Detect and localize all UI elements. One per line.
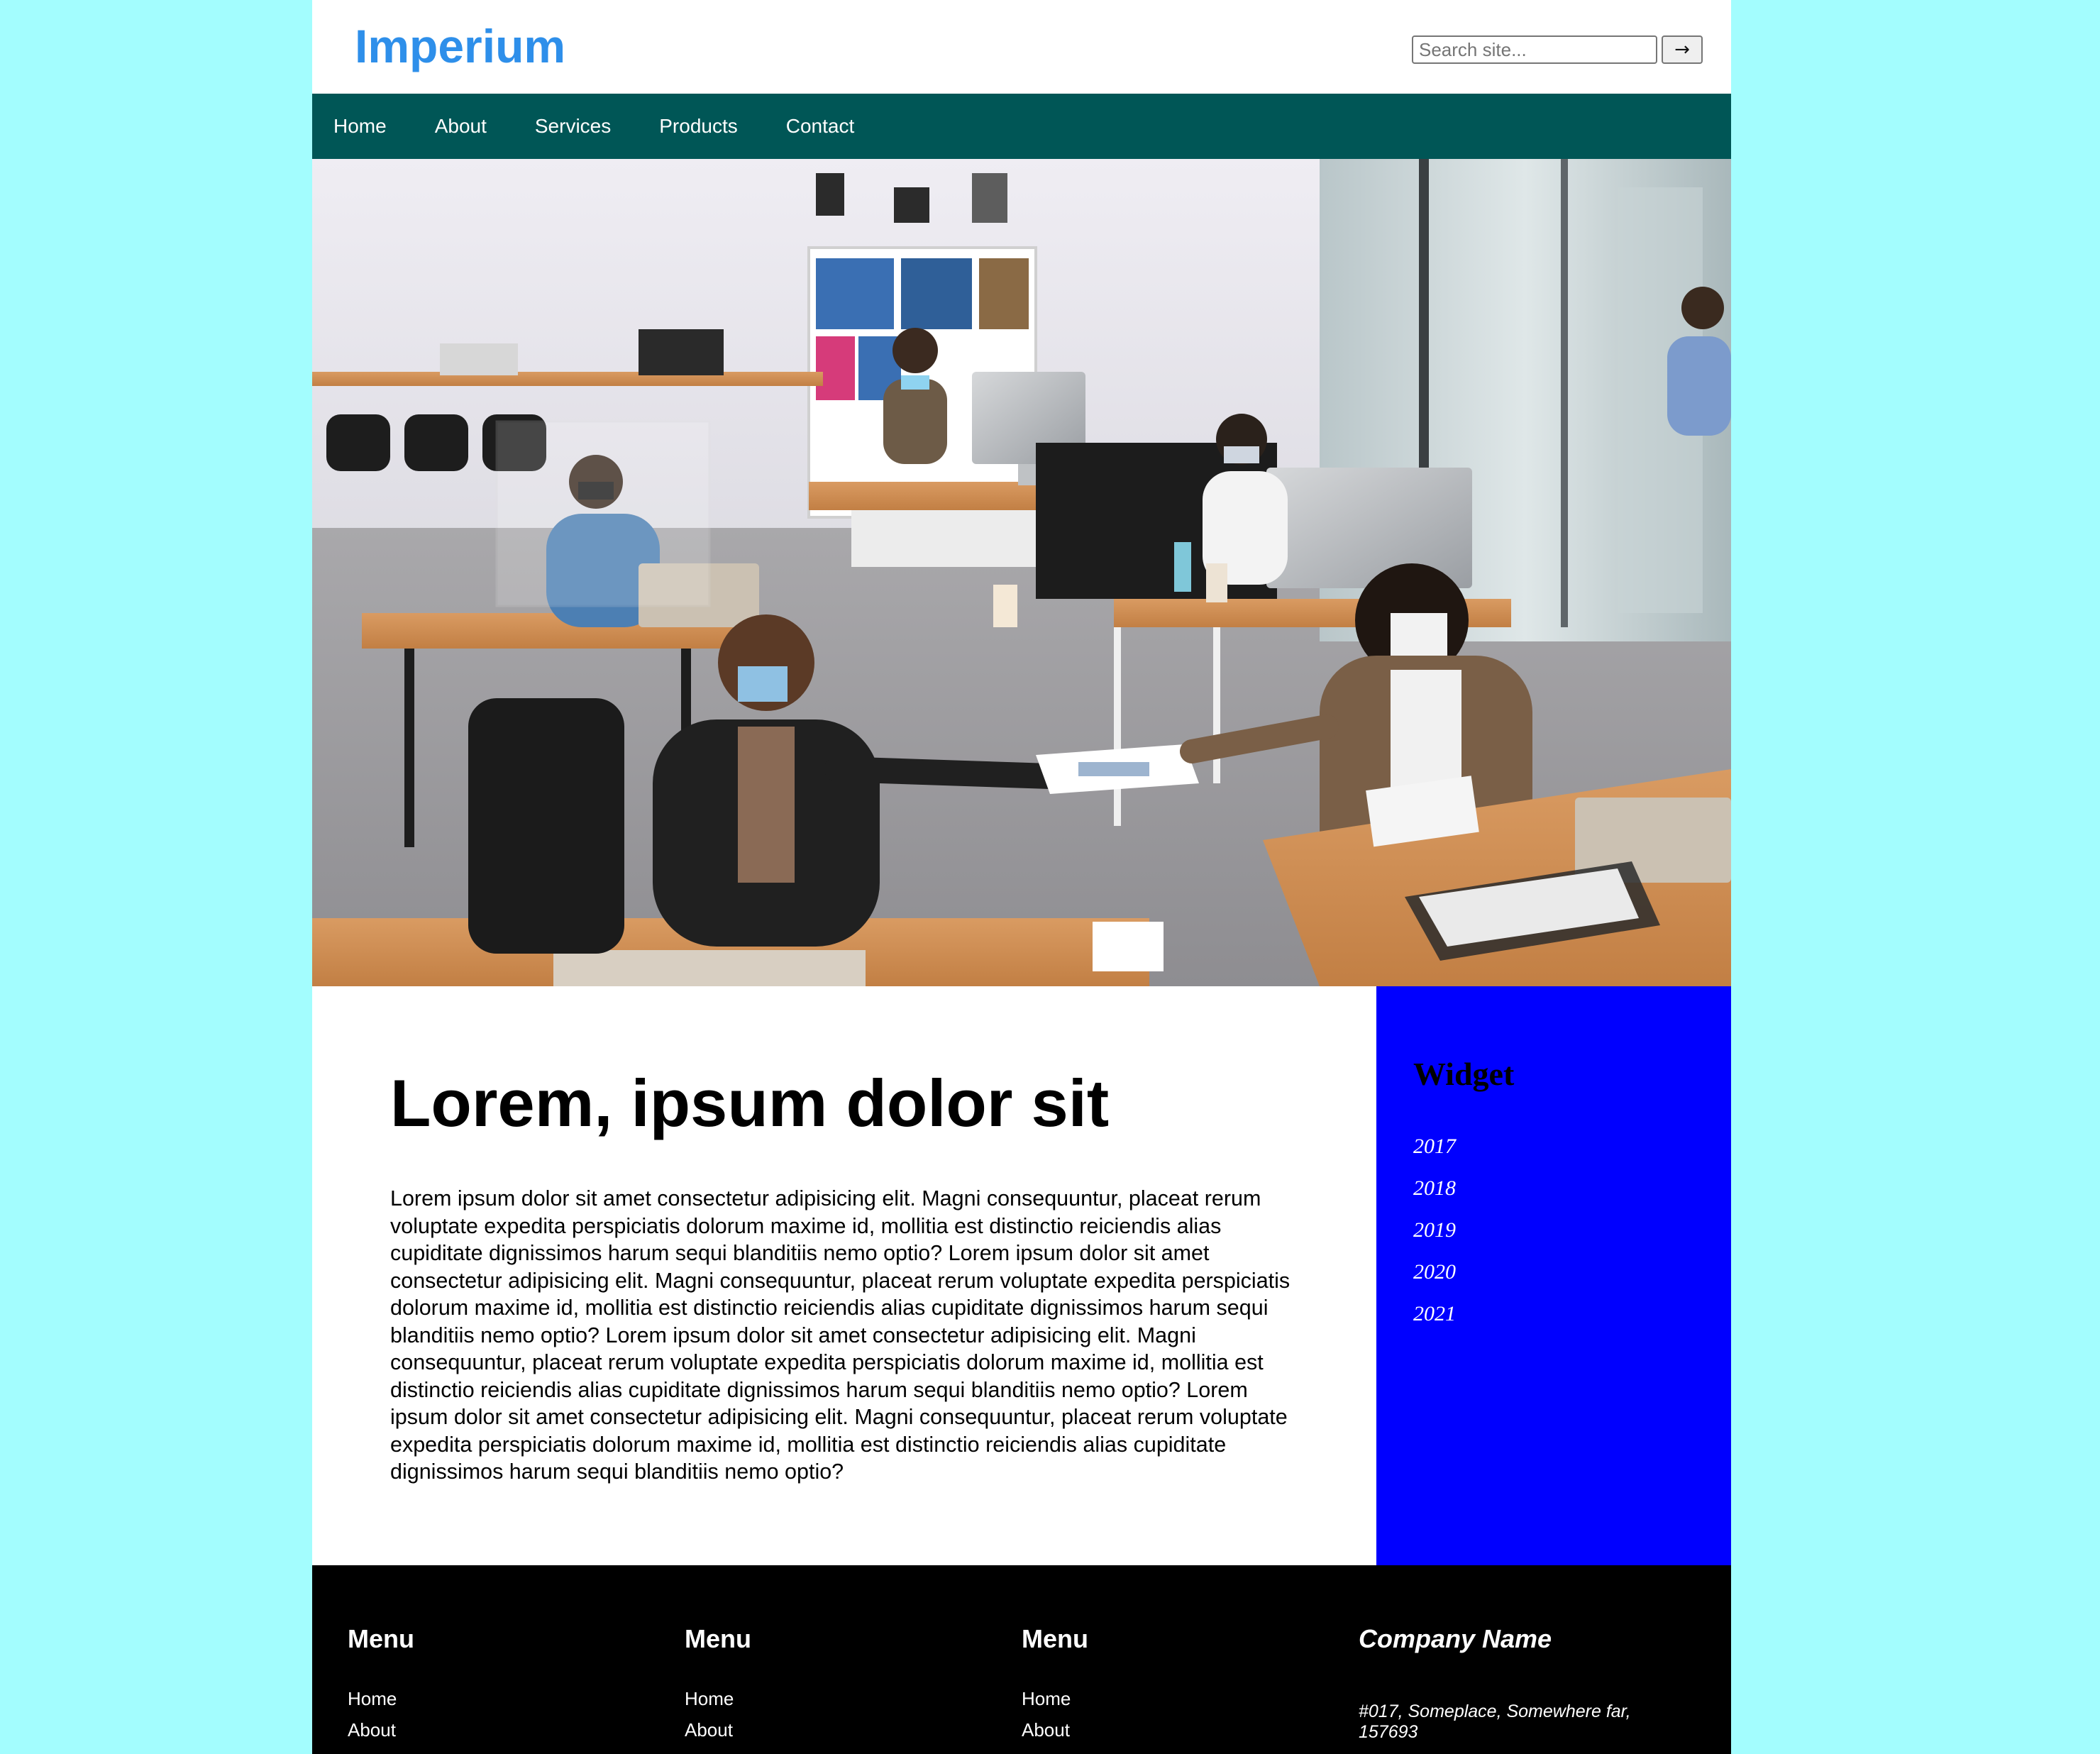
- footer-heading: Menu: [1022, 1624, 1088, 1653]
- footer: Menu Home About Menu Home About Menu Hom…: [312, 1565, 1731, 1754]
- footer-links: Home About: [685, 1683, 734, 1745]
- main-nav: Home About Services Products Contact: [312, 94, 1731, 159]
- company-name: Company Name: [1359, 1624, 1552, 1653]
- nav-item-about[interactable]: About: [435, 115, 487, 138]
- widget-item-2020[interactable]: 2020: [1413, 1251, 1456, 1293]
- footer-link-about[interactable]: About: [685, 1714, 734, 1745]
- footer-column-3: Menu Home About: [1022, 1623, 1088, 1741]
- footer-link-home[interactable]: Home: [685, 1683, 734, 1714]
- widget-title: Widget: [1413, 1056, 1515, 1092]
- footer-column-2: Menu Home About: [685, 1623, 751, 1741]
- widget-item-2019[interactable]: 2019: [1413, 1209, 1456, 1251]
- widget-item-2021[interactable]: 2021: [1413, 1293, 1456, 1335]
- footer-column-1: Menu Home About: [348, 1623, 414, 1741]
- footer-links: Home About: [1022, 1683, 1071, 1745]
- widget-item-2018[interactable]: 2018: [1413, 1167, 1456, 1209]
- main-content: Lorem, ipsum dolor sit Lorem ipsum dolor…: [312, 986, 1376, 1565]
- body-paragraph: Lorem ipsum dolor sit amet consectetur a…: [390, 1186, 1291, 1484]
- widget-item-2017[interactable]: 2017: [1413, 1125, 1456, 1167]
- footer-link-home[interactable]: Home: [348, 1683, 397, 1714]
- search-input[interactable]: [1412, 35, 1657, 64]
- header: Imperium →: [312, 0, 1731, 94]
- hero-image: [312, 159, 1731, 986]
- footer-heading: Menu: [348, 1624, 414, 1653]
- site-logo[interactable]: Imperium: [355, 16, 565, 77]
- nav-item-services[interactable]: Services: [535, 115, 611, 138]
- page-title: Lorem, ipsum dolor sit: [390, 1066, 1110, 1140]
- footer-link-home[interactable]: Home: [1022, 1683, 1071, 1714]
- footer-link-about[interactable]: About: [348, 1714, 397, 1745]
- footer-heading: Menu: [685, 1624, 751, 1653]
- nav-item-products[interactable]: Products: [659, 115, 738, 138]
- search-button[interactable]: →: [1662, 35, 1703, 64]
- widget-list: 2017 2018 2019 2020 2021: [1413, 1125, 1456, 1335]
- footer-company: Company Name #017, Someplace, Somewhere …: [1359, 1623, 1631, 1742]
- widget-sidebar: Widget 2017 2018 2019 2020 2021: [1376, 986, 1731, 1565]
- footer-link-about[interactable]: About: [1022, 1714, 1071, 1745]
- footer-links: Home About: [348, 1683, 397, 1745]
- page: Imperium → Home About Services Products …: [312, 0, 1731, 1754]
- nav-item-home[interactable]: Home: [333, 115, 387, 138]
- nav-item-contact[interactable]: Contact: [786, 115, 855, 138]
- company-address: #017, Someplace, Somewhere far, 157693: [1359, 1701, 1631, 1742]
